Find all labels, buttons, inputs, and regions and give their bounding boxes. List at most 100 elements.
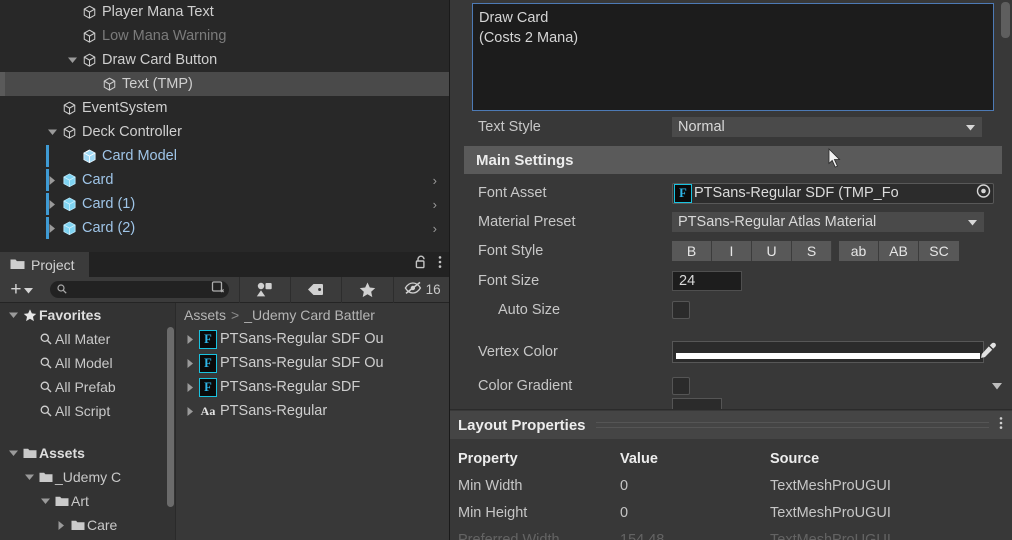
favorites-star-icon[interactable] bbox=[342, 277, 394, 303]
gameobject-icon bbox=[59, 125, 79, 140]
kebab-menu-icon[interactable] bbox=[999, 416, 1012, 435]
project-tree-row[interactable]: Assets bbox=[0, 441, 175, 465]
hierarchy-row[interactable]: Low Mana Warning bbox=[0, 24, 450, 48]
project-folder-tree: Favorites All Mater All Model All Prefab All… bbox=[0, 303, 175, 540]
folder-icon bbox=[36, 472, 55, 483]
chevron-right-icon[interactable]: › bbox=[433, 173, 437, 188]
asset-row[interactable]: F PTSans-Regular SDF Ou bbox=[176, 327, 450, 351]
eyedropper-icon[interactable] bbox=[977, 341, 997, 366]
hierarchy-row[interactable]: Card (1) › bbox=[0, 192, 450, 216]
material-preset-dropdown[interactable]: PTSans-Regular Atlas Material bbox=[672, 212, 984, 232]
breadcrumb-root[interactable]: Assets bbox=[184, 307, 226, 323]
object-picker-icon[interactable] bbox=[976, 184, 991, 203]
text-style-value: Normal bbox=[678, 119, 725, 135]
twisty-icon[interactable] bbox=[181, 358, 199, 368]
column-header-property: Property bbox=[458, 451, 518, 467]
tab-project[interactable]: Project bbox=[0, 252, 89, 277]
project-tree-row[interactable]: All Model bbox=[0, 351, 175, 375]
search-icon bbox=[36, 357, 55, 369]
text-input-textarea[interactable]: Draw Card (Costs 2 Mana) bbox=[472, 3, 994, 111]
search-input-wrapper[interactable] bbox=[49, 280, 229, 299]
search-save-icon[interactable] bbox=[211, 280, 225, 299]
plus-icon: + bbox=[10, 279, 22, 300]
hierarchy-row[interactable]: Deck Controller bbox=[0, 120, 450, 144]
chevron-down-icon[interactable] bbox=[992, 377, 1002, 395]
hierarchy-row[interactable]: Player Mana Text bbox=[0, 0, 450, 24]
project-tree-row[interactable] bbox=[0, 423, 175, 441]
layout-properties-header[interactable]: Layout Properties bbox=[450, 411, 1012, 439]
breadcrumb-current[interactable]: _Udemy Card Battler bbox=[244, 307, 375, 323]
gameobject-icon bbox=[79, 29, 99, 44]
font-style-button-ab[interactable]: AB bbox=[879, 241, 919, 261]
twisty-icon[interactable] bbox=[66, 57, 79, 64]
project-tree-row[interactable]: Art bbox=[0, 489, 175, 513]
twisty-icon[interactable] bbox=[181, 334, 199, 344]
property-value: 0 bbox=[620, 477, 629, 494]
vertex-color-field[interactable] bbox=[672, 341, 996, 363]
prefab-marker bbox=[46, 145, 49, 167]
hierarchy-row-label: Card (2) bbox=[82, 220, 136, 236]
hierarchy-row[interactable]: Card › bbox=[0, 168, 450, 192]
twisty-icon[interactable] bbox=[46, 129, 59, 136]
hierarchy-row[interactable]: Card (2) › bbox=[0, 216, 450, 240]
project-tree-row[interactable]: _Udemy C bbox=[0, 465, 175, 489]
twisty-icon[interactable] bbox=[22, 474, 36, 481]
filter-by-type-icon[interactable] bbox=[240, 277, 290, 303]
auto-size-checkbox[interactable] bbox=[672, 301, 690, 319]
font-style-button-b[interactable]: B bbox=[672, 241, 712, 261]
twisty-icon[interactable] bbox=[181, 406, 199, 416]
search-icon bbox=[57, 281, 67, 299]
hierarchy-row[interactable]: Draw Card Button bbox=[0, 48, 450, 72]
twisty-icon[interactable] bbox=[6, 312, 20, 319]
font-style-button-u[interactable]: U bbox=[752, 241, 792, 261]
property-value: 154.48 bbox=[620, 531, 665, 540]
prefab-variant-icon bbox=[79, 149, 99, 164]
font-asset-icon: F bbox=[199, 377, 217, 397]
project-tree-row[interactable]: Care bbox=[0, 513, 175, 537]
project-body: Favorites All Mater All Model All Prefab All… bbox=[0, 303, 450, 540]
kebab-menu-icon[interactable] bbox=[438, 255, 442, 274]
font-style-button-i[interactable]: I bbox=[712, 241, 752, 261]
gameobject-icon bbox=[99, 77, 119, 92]
lock-open-icon[interactable] bbox=[415, 255, 427, 274]
asset-row[interactable]: Aa PTSans-Regular bbox=[176, 399, 450, 423]
font-style-button-ab[interactable]: ab bbox=[839, 241, 879, 261]
asset-row[interactable]: F PTSans-Regular SDF Ou bbox=[176, 351, 450, 375]
project-tree-row[interactable]: All Prefab bbox=[0, 375, 175, 399]
project-tree-label: _Udemy C bbox=[55, 469, 122, 485]
project-tree-scrollbar[interactable] bbox=[167, 327, 174, 507]
font-style-button-sc[interactable]: SC bbox=[919, 241, 959, 261]
vertex-color-swatch bbox=[676, 353, 980, 359]
project-tree-label: All Script bbox=[55, 403, 111, 419]
twisty-icon[interactable] bbox=[54, 520, 68, 530]
twisty-icon[interactable] bbox=[181, 382, 199, 392]
filter-by-label-icon[interactable] bbox=[291, 277, 341, 303]
project-tree-row[interactable]: All Mater bbox=[0, 327, 175, 351]
inspector-panel: Draw Card (Costs 2 Mana) Text Style Norma… bbox=[450, 0, 1012, 540]
font-size-input[interactable]: 24 bbox=[672, 271, 742, 291]
project-tree-label: All Mater bbox=[55, 331, 111, 347]
hierarchy-row[interactable]: EventSystem bbox=[0, 96, 450, 120]
twisty-icon[interactable] bbox=[6, 450, 20, 457]
create-asset-button[interactable]: + bbox=[0, 277, 44, 303]
column-header-source: Source bbox=[770, 451, 820, 467]
text-style-dropdown[interactable]: Normal bbox=[672, 117, 982, 137]
twisty-icon[interactable] bbox=[38, 498, 52, 505]
font-asset-object-field[interactable]: F PTSans-Regular SDF (TMP_Fo bbox=[672, 182, 994, 204]
chevron-right-icon[interactable]: › bbox=[433, 221, 437, 236]
layout-properties-title: Layout Properties bbox=[458, 416, 586, 434]
hierarchy-row[interactable]: Text (TMP) bbox=[0, 72, 450, 96]
layout-rows: Min Width 0 TextMeshProUGUI Min Height 0 Text… bbox=[450, 472, 1012, 540]
search-input[interactable] bbox=[66, 282, 192, 297]
asset-row[interactable]: F PTSans-Regular SDF bbox=[176, 375, 450, 399]
project-tree-row[interactable]: All Script bbox=[0, 399, 175, 423]
chevron-right-icon[interactable]: › bbox=[433, 197, 437, 212]
hidden-assets-button[interactable]: 16 bbox=[394, 277, 450, 303]
main-settings-header[interactable]: Main Settings bbox=[464, 146, 1002, 174]
inspector-scrollbar[interactable] bbox=[1001, 2, 1010, 38]
font-style-button-s[interactable]: S bbox=[792, 241, 832, 261]
color-gradient-checkbox[interactable] bbox=[672, 377, 690, 395]
breadcrumb-separator: > bbox=[231, 307, 240, 323]
hierarchy-row[interactable]: Card Model bbox=[0, 144, 450, 168]
project-tree-row[interactable]: Favorites bbox=[0, 303, 175, 327]
